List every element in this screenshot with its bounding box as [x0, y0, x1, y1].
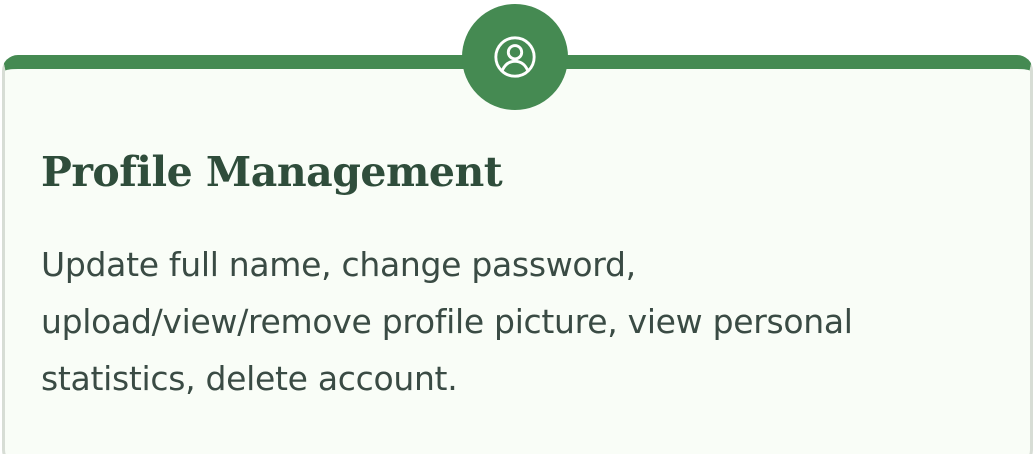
- feature-card-stage: Profile Management Update full name, cha…: [0, 0, 1033, 454]
- card-title: Profile Management: [41, 148, 503, 196]
- icon-badge: [462, 4, 568, 110]
- card-description: Update full name, change password, uploa…: [41, 245, 853, 398]
- user-circle-icon: [494, 36, 536, 78]
